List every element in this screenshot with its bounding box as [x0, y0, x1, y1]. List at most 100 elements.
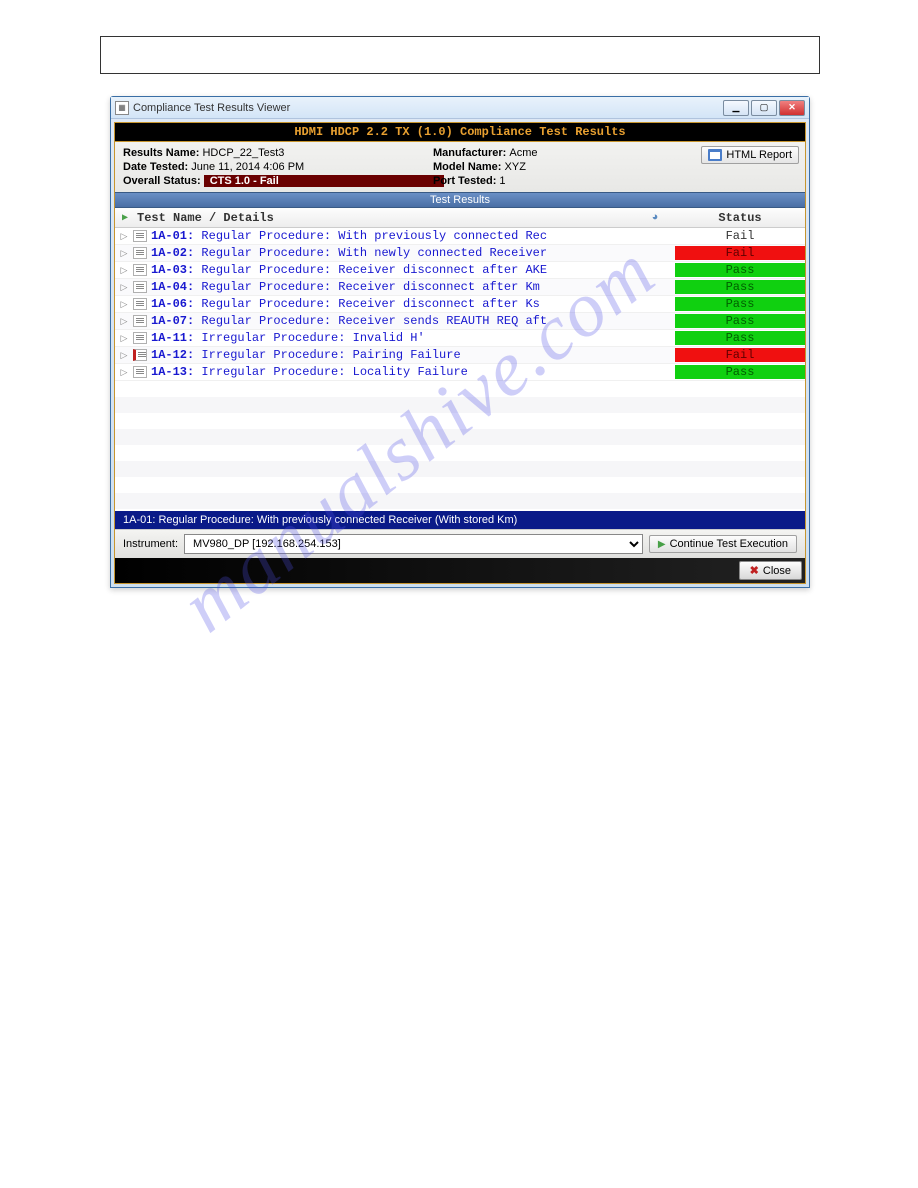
app-icon: ▦ [115, 101, 129, 115]
table-row[interactable]: ▷ 1A-12: Irregular Procedure: Pairing Fai… [115, 347, 805, 364]
expand-toggle[interactable]: ▷ [115, 231, 133, 242]
test-id: 1A-04: [151, 280, 201, 294]
status-badge: Pass [675, 280, 805, 294]
test-id: 1A-01: [151, 229, 201, 243]
expand-toggle[interactable]: ▷ [115, 248, 133, 259]
test-description: Irregular Procedure: Locality Failure [201, 365, 467, 379]
test-description: Regular Procedure: Receiver sends REAUTH… [201, 314, 547, 328]
content-frame: HDMI HDCP 2.2 TX (1.0) Compliance Test R… [114, 122, 806, 584]
test-name-cell: 1A-03: Regular Procedure: Receiver disco… [151, 263, 635, 277]
results-banner: HDMI HDCP 2.2 TX (1.0) Compliance Test R… [115, 123, 805, 142]
table-row[interactable]: ▷ 1A-01: Regular Procedure: With previous… [115, 228, 805, 245]
model-name-label: Model Name: [433, 161, 505, 173]
close-label: Close [763, 565, 791, 577]
test-id: 1A-11: [151, 331, 201, 345]
maximize-button[interactable]: ▢ [751, 100, 777, 116]
table-header: ▶ Test Name / Details ◕ Status [115, 208, 805, 228]
results-name-value: HDCP_22_Test3 [202, 147, 284, 159]
test-fail-icon [133, 349, 147, 361]
status-badge: Fail [675, 348, 805, 362]
manufacturer-label: Manufacturer: [433, 147, 509, 159]
test-id: 1A-02: [151, 246, 201, 260]
test-description: Regular Procedure: With previously conne… [201, 229, 547, 243]
test-results-header: Test Results [115, 192, 805, 208]
html-report-label: HTML Report [726, 149, 792, 161]
table-row[interactable]: ▷ 1A-13: Irregular Procedure: Locality Fa… [115, 364, 805, 381]
continue-test-button[interactable]: ▶ Continue Test Execution [649, 535, 797, 553]
expand-toggle[interactable]: ▷ [115, 316, 133, 327]
test-id: 1A-12: [151, 348, 201, 362]
table-row[interactable]: ▷ 1A-03: Regular Procedure: Receiver disc… [115, 262, 805, 279]
test-id: 1A-03: [151, 263, 201, 277]
close-button[interactable]: ✖ Close [739, 561, 802, 580]
instrument-select[interactable]: MV980_DP [192.168.254.153] [184, 534, 643, 554]
empty-rows-area [115, 381, 805, 511]
play-icon: ▶ [658, 539, 666, 550]
test-name-cell: 1A-11: Irregular Procedure: Invalid H' [151, 331, 635, 345]
expand-toggle[interactable]: ▷ [115, 367, 133, 378]
status-badge: Fail [675, 229, 805, 243]
table-row[interactable]: ▷ 1A-06: Regular Procedure: Receiver disc… [115, 296, 805, 313]
report-icon [708, 149, 722, 161]
table-row[interactable]: ▷ 1A-02: Regular Procedure: With newly co… [115, 245, 805, 262]
expand-toggle[interactable]: ▷ [115, 265, 133, 276]
close-icon: ✖ [750, 564, 759, 577]
test-name-cell: 1A-01: Regular Procedure: With previousl… [151, 229, 635, 243]
test-description: Irregular Procedure: Invalid H' [201, 331, 424, 345]
table-row[interactable]: ▷ 1A-07: Regular Procedure: Receiver send… [115, 313, 805, 330]
test-item-icon [133, 332, 147, 344]
test-name-cell: 1A-06: Regular Procedure: Receiver disco… [151, 297, 635, 311]
results-name-label: Results Name: [123, 147, 202, 159]
html-report-button[interactable]: HTML Report [701, 146, 799, 164]
expand-toggle[interactable]: ▷ [115, 350, 133, 361]
test-item-icon [133, 315, 147, 327]
test-id: 1A-13: [151, 365, 201, 379]
test-name-cell: 1A-12: Irregular Procedure: Pairing Fail… [151, 348, 635, 362]
expand-toggle[interactable]: ▷ [115, 299, 133, 310]
test-id: 1A-06: [151, 297, 201, 311]
test-item-icon [133, 264, 147, 276]
close-window-button[interactable]: ✕ [779, 100, 805, 116]
info-section: HTML Report Results Name: HDCP_22_Test3 … [115, 142, 805, 192]
test-name-cell: 1A-13: Irregular Procedure: Locality Fai… [151, 365, 635, 379]
continue-label: Continue Test Execution [670, 538, 788, 550]
test-name-cell: 1A-02: Regular Procedure: With newly con… [151, 246, 635, 260]
port-tested-value: 1 [499, 175, 505, 187]
status-badge: Fail [675, 246, 805, 260]
test-name-cell: 1A-07: Regular Procedure: Receiver sends… [151, 314, 635, 328]
table-row[interactable]: ▷ 1A-04: Regular Procedure: Receiver disc… [115, 279, 805, 296]
play-icon: ▶ [122, 212, 128, 224]
window-controls: ▁ ▢ ✕ [723, 100, 805, 116]
overall-status-value: CTS 1.0 - Fail [204, 175, 444, 187]
test-description: Irregular Procedure: Pairing Failure [201, 348, 460, 362]
test-name-cell: 1A-04: Regular Procedure: Receiver disco… [151, 280, 635, 294]
minimize-button[interactable]: ▁ [723, 100, 749, 116]
test-id: 1A-07: [151, 314, 201, 328]
table-row[interactable]: ▷ 1A-11: Irregular Procedure: Invalid H' P… [115, 330, 805, 347]
expand-toggle[interactable]: ▷ [115, 333, 133, 344]
date-tested-label: Date Tested: [123, 161, 191, 173]
test-item-icon [133, 298, 147, 310]
col-name-header[interactable]: Test Name / Details [135, 211, 635, 225]
test-description: Regular Procedure: With newly connected … [201, 246, 547, 260]
status-badge: Pass [675, 314, 805, 328]
manufacturer-value: Acme [509, 147, 537, 159]
model-name-value: XYZ [505, 161, 526, 173]
test-item-icon [133, 366, 147, 378]
test-item-icon [133, 230, 147, 242]
test-item-icon [133, 281, 147, 293]
test-description: Regular Procedure: Receiver disconnect a… [201, 297, 539, 311]
bottom-toolbar: Instrument: MV980_DP [192.168.254.153] ▶… [115, 529, 805, 558]
test-description: Regular Procedure: Receiver disconnect a… [201, 280, 539, 294]
results-table: ▶ Test Name / Details ◕ Status ▷ 1A-01: R… [115, 208, 805, 511]
overall-status-label: Overall Status: [123, 175, 204, 187]
window-titlebar[interactable]: ▦ Compliance Test Results Viewer ▁ ▢ ✕ [111, 97, 809, 119]
window-title: Compliance Test Results Viewer [133, 102, 723, 114]
col-status-header[interactable]: Status [675, 211, 805, 225]
status-badge: Pass [675, 331, 805, 345]
expand-toggle[interactable]: ▷ [115, 282, 133, 293]
date-tested-value: June 11, 2014 4:06 PM [191, 161, 304, 173]
compliance-results-window: ▦ Compliance Test Results Viewer ▁ ▢ ✕ H… [110, 96, 810, 588]
instrument-label: Instrument: [123, 538, 178, 550]
status-badge: Pass [675, 263, 805, 277]
